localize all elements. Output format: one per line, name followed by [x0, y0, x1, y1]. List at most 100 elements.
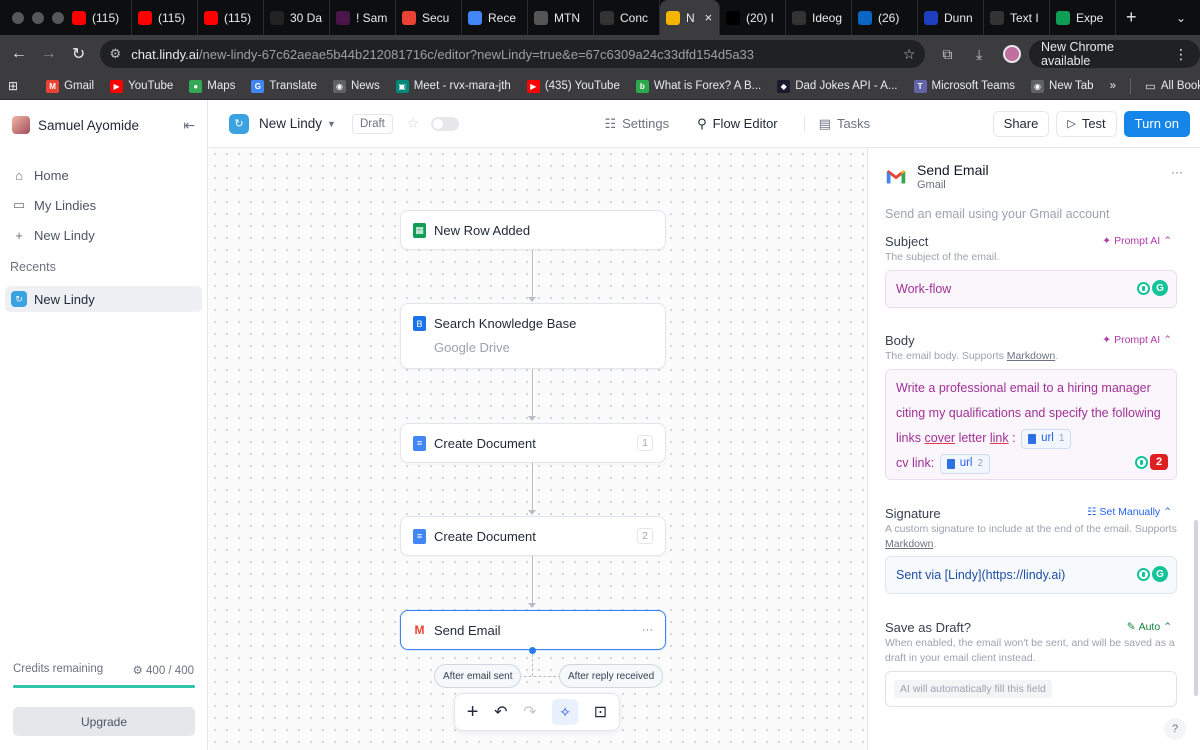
upgrade-button[interactable]: Upgrade: [13, 707, 195, 736]
subject-input[interactable]: Work-flow G: [885, 270, 1177, 308]
branch-after-email-sent[interactable]: After email sent: [434, 664, 522, 688]
browser-tab[interactable]: N ×: [660, 0, 720, 35]
bookmark-item[interactable]: G Translate: [243, 79, 325, 93]
browser-tab[interactable]: (26): [852, 0, 918, 35]
branch-after-reply-received[interactable]: After reply received: [559, 664, 664, 688]
browser-tab[interactable]: 30 Da: [264, 0, 330, 35]
sidebar-item-new-lindy[interactable]: + New Lindy: [0, 220, 207, 250]
bookmark-item[interactable]: b What is Forex? A B...: [628, 79, 769, 93]
panel-more-button[interactable]: ···: [1171, 165, 1183, 179]
minimize-window-icon[interactable]: [32, 11, 44, 24]
sidebar-item-home[interactable]: ⌂ Home: [0, 160, 207, 190]
bookmark-item[interactable]: ▶ YouTube: [102, 79, 181, 93]
turn-on-button[interactable]: Turn on: [1123, 110, 1190, 137]
close-window-icon[interactable]: [12, 11, 24, 24]
browser-tab[interactable]: (115): [198, 0, 264, 35]
star-icon[interactable]: ☆: [407, 115, 420, 132]
body-text-cv: cv link:: [896, 456, 935, 470]
tab-flow-editor[interactable]: ⚲ Flow Editor: [697, 116, 778, 132]
tab-tasks[interactable]: ▤ Tasks: [819, 116, 871, 132]
enable-toggle[interactable]: [431, 116, 460, 131]
download-icon[interactable]: ⤓: [963, 46, 995, 63]
browser-tab[interactable]: Ideog: [786, 0, 852, 35]
help-button[interactable]: ?: [1164, 718, 1186, 740]
recent-item-new-lindy[interactable]: ↻ New Lindy: [5, 286, 202, 312]
flow-node-new-row-added[interactable]: ▦ New Row Added: [400, 210, 666, 250]
bookmarks-bar: ⊞ M Gmail ▶ YouTube ● Maps G Translate ◉ News ▣ Mee…: [0, 73, 1200, 100]
browser-tab[interactable]: Expe: [1050, 0, 1116, 35]
all-bookmarks-button[interactable]: ▭ All Bookmarks: [1137, 79, 1200, 93]
flow-node-create-document-2[interactable]: ≡ Create Document 2: [400, 516, 666, 556]
reload-icon[interactable]: ↻: [64, 44, 94, 64]
grammarly-widget[interactable]: G: [1137, 566, 1168, 582]
browser-tab[interactable]: Secu: [396, 0, 462, 35]
site-info-icon[interactable]: ⚙: [110, 46, 122, 62]
maximize-window-icon[interactable]: [52, 11, 64, 24]
user-menu[interactable]: Samuel Ayomide ⇤: [0, 100, 207, 150]
back-icon[interactable]: ←: [4, 45, 34, 63]
flow-canvas[interactable]: ▦ New Row Added B Search Knowledge Base …: [209, 148, 867, 750]
grammarly-widget[interactable]: G: [1137, 280, 1168, 296]
save-as-draft-input[interactable]: AI will automatically fill this field: [885, 671, 1177, 707]
bookmark-item[interactable]: ◆ Dad Jokes API - A...: [769, 79, 905, 93]
flow-node-create-document-1[interactable]: ≡ Create Document 1: [400, 423, 666, 463]
credits-value-text: 400 / 400: [146, 665, 194, 677]
extensions-icon[interactable]: ⧉: [931, 46, 963, 63]
bookmark-item[interactable]: ◉ New Tab: [1023, 79, 1102, 93]
undo-icon[interactable]: ↶: [494, 702, 507, 722]
variable-chip-url-2[interactable]: url 2: [939, 453, 991, 474]
auto-layout-icon[interactable]: ✧: [552, 699, 579, 725]
sidebar-item-my-lindies[interactable]: ▭ My Lindies: [0, 190, 207, 220]
node-more-button[interactable]: ···: [642, 624, 653, 636]
close-tab-icon[interactable]: ×: [705, 10, 713, 25]
tab-search-icon[interactable]: ⌄: [1176, 11, 1200, 25]
body-input[interactable]: Write a professional email to a hiring m…: [885, 369, 1177, 480]
browser-tab[interactable]: Rece: [462, 0, 528, 35]
address-bar[interactable]: ⚙ chat.lindy.ai/new-lindy-67c62aeae5b44b…: [99, 40, 926, 68]
save-as-draft-mode-select[interactable]: ✎ Auto ⌃: [1127, 621, 1172, 633]
bookmark-item[interactable]: ▶ (435) YouTube: [519, 79, 628, 93]
browser-tab[interactable]: Text I: [984, 0, 1050, 35]
apps-grid-icon[interactable]: ⊞: [0, 79, 26, 93]
tab-settings[interactable]: ☷ Settings: [604, 116, 669, 132]
chevron-down-icon[interactable]: ▼: [327, 119, 336, 129]
grammarly-widget[interactable]: 2: [1135, 454, 1168, 470]
bookmark-item[interactable]: ▣ Meet - rvx-mara-jth: [388, 79, 519, 93]
fit-view-icon[interactable]: ⊡: [594, 702, 607, 722]
node-output-handle[interactable]: [529, 647, 536, 654]
body-mode-select[interactable]: ✦ Prompt AI ⌃: [1102, 334, 1172, 346]
browser-tab[interactable]: Dunn: [918, 0, 984, 35]
add-step-icon[interactable]: +: [467, 701, 479, 724]
profile-avatar[interactable]: [1003, 45, 1021, 63]
flow-node-search-knowledge-base[interactable]: B Search Knowledge Base Google Drive: [400, 303, 666, 369]
new-chrome-available-button[interactable]: New Chrome available ⋮: [1029, 40, 1200, 68]
bookmark-item[interactable]: ● Maps: [181, 79, 243, 93]
subject-mode-select[interactable]: ✦ Prompt AI ⌃: [1102, 235, 1172, 247]
browser-tab[interactable]: Conc: [594, 0, 660, 35]
chevron-updown-icon: ⌃: [1163, 334, 1172, 346]
flow-node-send-email[interactable]: M Send Email ···: [400, 610, 666, 650]
markdown-link[interactable]: Markdown: [1007, 350, 1055, 362]
browser-tab[interactable]: (20) I: [720, 0, 786, 35]
test-button[interactable]: ▷ Test: [1056, 110, 1117, 137]
panel-scrollbar[interactable]: [1194, 520, 1198, 696]
more-bookmarks-button[interactable]: »: [1102, 80, 1124, 92]
signature-input[interactable]: Sent via [Lindy](https://lindy.ai) G: [885, 556, 1177, 594]
bookmark-item[interactable]: ◉ News: [325, 79, 388, 93]
signature-mode-select[interactable]: ☷ Set Manually ⌃: [1087, 506, 1172, 518]
new-tab-button[interactable]: +: [1116, 7, 1147, 28]
browser-tab[interactable]: (115): [66, 0, 132, 35]
redo-icon[interactable]: ↷: [523, 702, 536, 722]
bookmark-item[interactable]: T Microsoft Teams: [906, 79, 1024, 93]
share-button[interactable]: Share: [992, 110, 1050, 137]
forward-icon[interactable]: →: [34, 45, 64, 63]
browser-tab[interactable]: (115): [132, 0, 198, 35]
bookmark-item[interactable]: M Gmail: [38, 79, 102, 93]
bookmark-star-icon[interactable]: ☆: [903, 46, 916, 63]
markdown-link[interactable]: Markdown: [885, 538, 933, 550]
variable-chip-url-1[interactable]: url 1: [1021, 428, 1072, 449]
lindy-name[interactable]: New Lindy: [259, 116, 322, 131]
collapse-sidebar-icon[interactable]: ⇤: [183, 117, 195, 134]
browser-tab[interactable]: MTN: [528, 0, 594, 35]
browser-tab[interactable]: ! Sam: [330, 0, 396, 35]
